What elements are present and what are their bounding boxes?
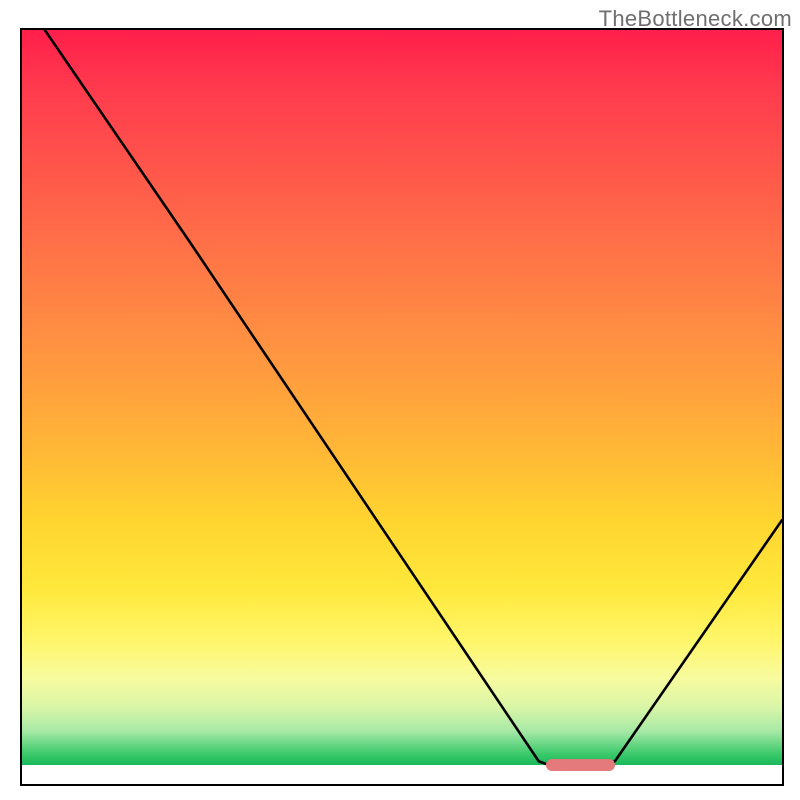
curve-path	[45, 30, 782, 767]
watermark-text: TheBottleneck.com	[599, 6, 792, 32]
bottleneck-chart: TheBottleneck.com	[0, 0, 800, 800]
bottleneck-curve	[22, 30, 782, 784]
plot-frame	[20, 28, 784, 786]
optimal-marker	[546, 759, 614, 771]
